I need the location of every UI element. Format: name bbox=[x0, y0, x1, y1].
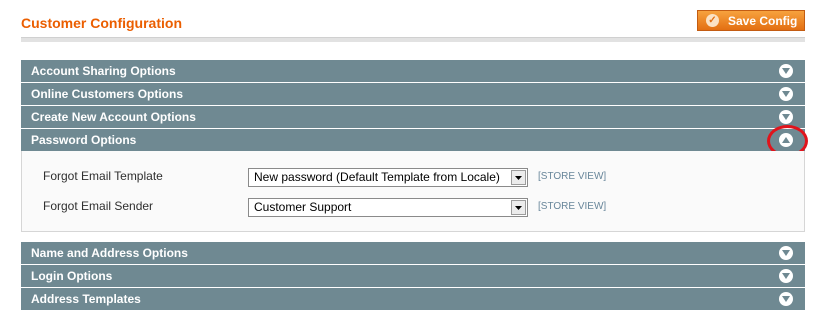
section-name-and-address-options[interactable]: Name and Address Options bbox=[21, 242, 805, 264]
forgot-email-template-select[interactable]: New password (Default Template from Loca… bbox=[248, 168, 528, 187]
scope-label: [STORE VIEW] bbox=[538, 201, 607, 212]
select-value: New password (Default Template from Loca… bbox=[254, 170, 500, 184]
scope-label: [STORE VIEW] bbox=[538, 171, 607, 182]
section-label: Login Options bbox=[31, 269, 113, 283]
section-account-sharing-options[interactable]: Account Sharing Options bbox=[21, 60, 805, 82]
section-create-new-account-options[interactable]: Create New Account Options bbox=[21, 106, 805, 128]
expand-icon[interactable] bbox=[779, 269, 793, 283]
password-options-fieldset: Forgot Email Template New password (Defa… bbox=[21, 151, 805, 232]
chevron-down-icon[interactable] bbox=[511, 200, 526, 215]
section-online-customers-options[interactable]: Online Customers Options bbox=[21, 83, 805, 105]
section-address-templates[interactable]: Address Templates bbox=[21, 288, 805, 310]
chevron-down-icon[interactable] bbox=[511, 170, 526, 185]
section-login-options[interactable]: Login Options bbox=[21, 265, 805, 287]
forgot-email-sender-label: Forgot Email Sender bbox=[43, 199, 154, 213]
title-divider bbox=[21, 37, 805, 42]
expand-icon[interactable] bbox=[779, 110, 793, 124]
forgot-email-sender-select[interactable]: Customer Support bbox=[248, 198, 528, 217]
select-value: Customer Support bbox=[254, 200, 352, 214]
forgot-email-template-label: Forgot Email Template bbox=[43, 169, 163, 183]
section-label: Account Sharing Options bbox=[31, 64, 176, 78]
expand-icon[interactable] bbox=[779, 64, 793, 78]
section-password-options[interactable]: Password Options bbox=[21, 129, 805, 151]
save-config-button[interactable]: ✓ Save Config bbox=[697, 10, 805, 31]
collapse-icon[interactable] bbox=[779, 133, 793, 147]
save-config-label: Save Config bbox=[728, 13, 798, 28]
check-icon: ✓ bbox=[706, 14, 719, 27]
section-label: Online Customers Options bbox=[31, 87, 184, 101]
expand-icon[interactable] bbox=[779, 246, 793, 260]
expand-icon[interactable] bbox=[779, 87, 793, 101]
page-title: Customer Configuration bbox=[21, 15, 182, 31]
expand-icon[interactable] bbox=[779, 292, 793, 306]
section-label: Address Templates bbox=[31, 292, 141, 306]
section-label: Create New Account Options bbox=[31, 110, 196, 124]
section-label: Name and Address Options bbox=[31, 246, 188, 260]
section-label: Password Options bbox=[31, 133, 137, 147]
